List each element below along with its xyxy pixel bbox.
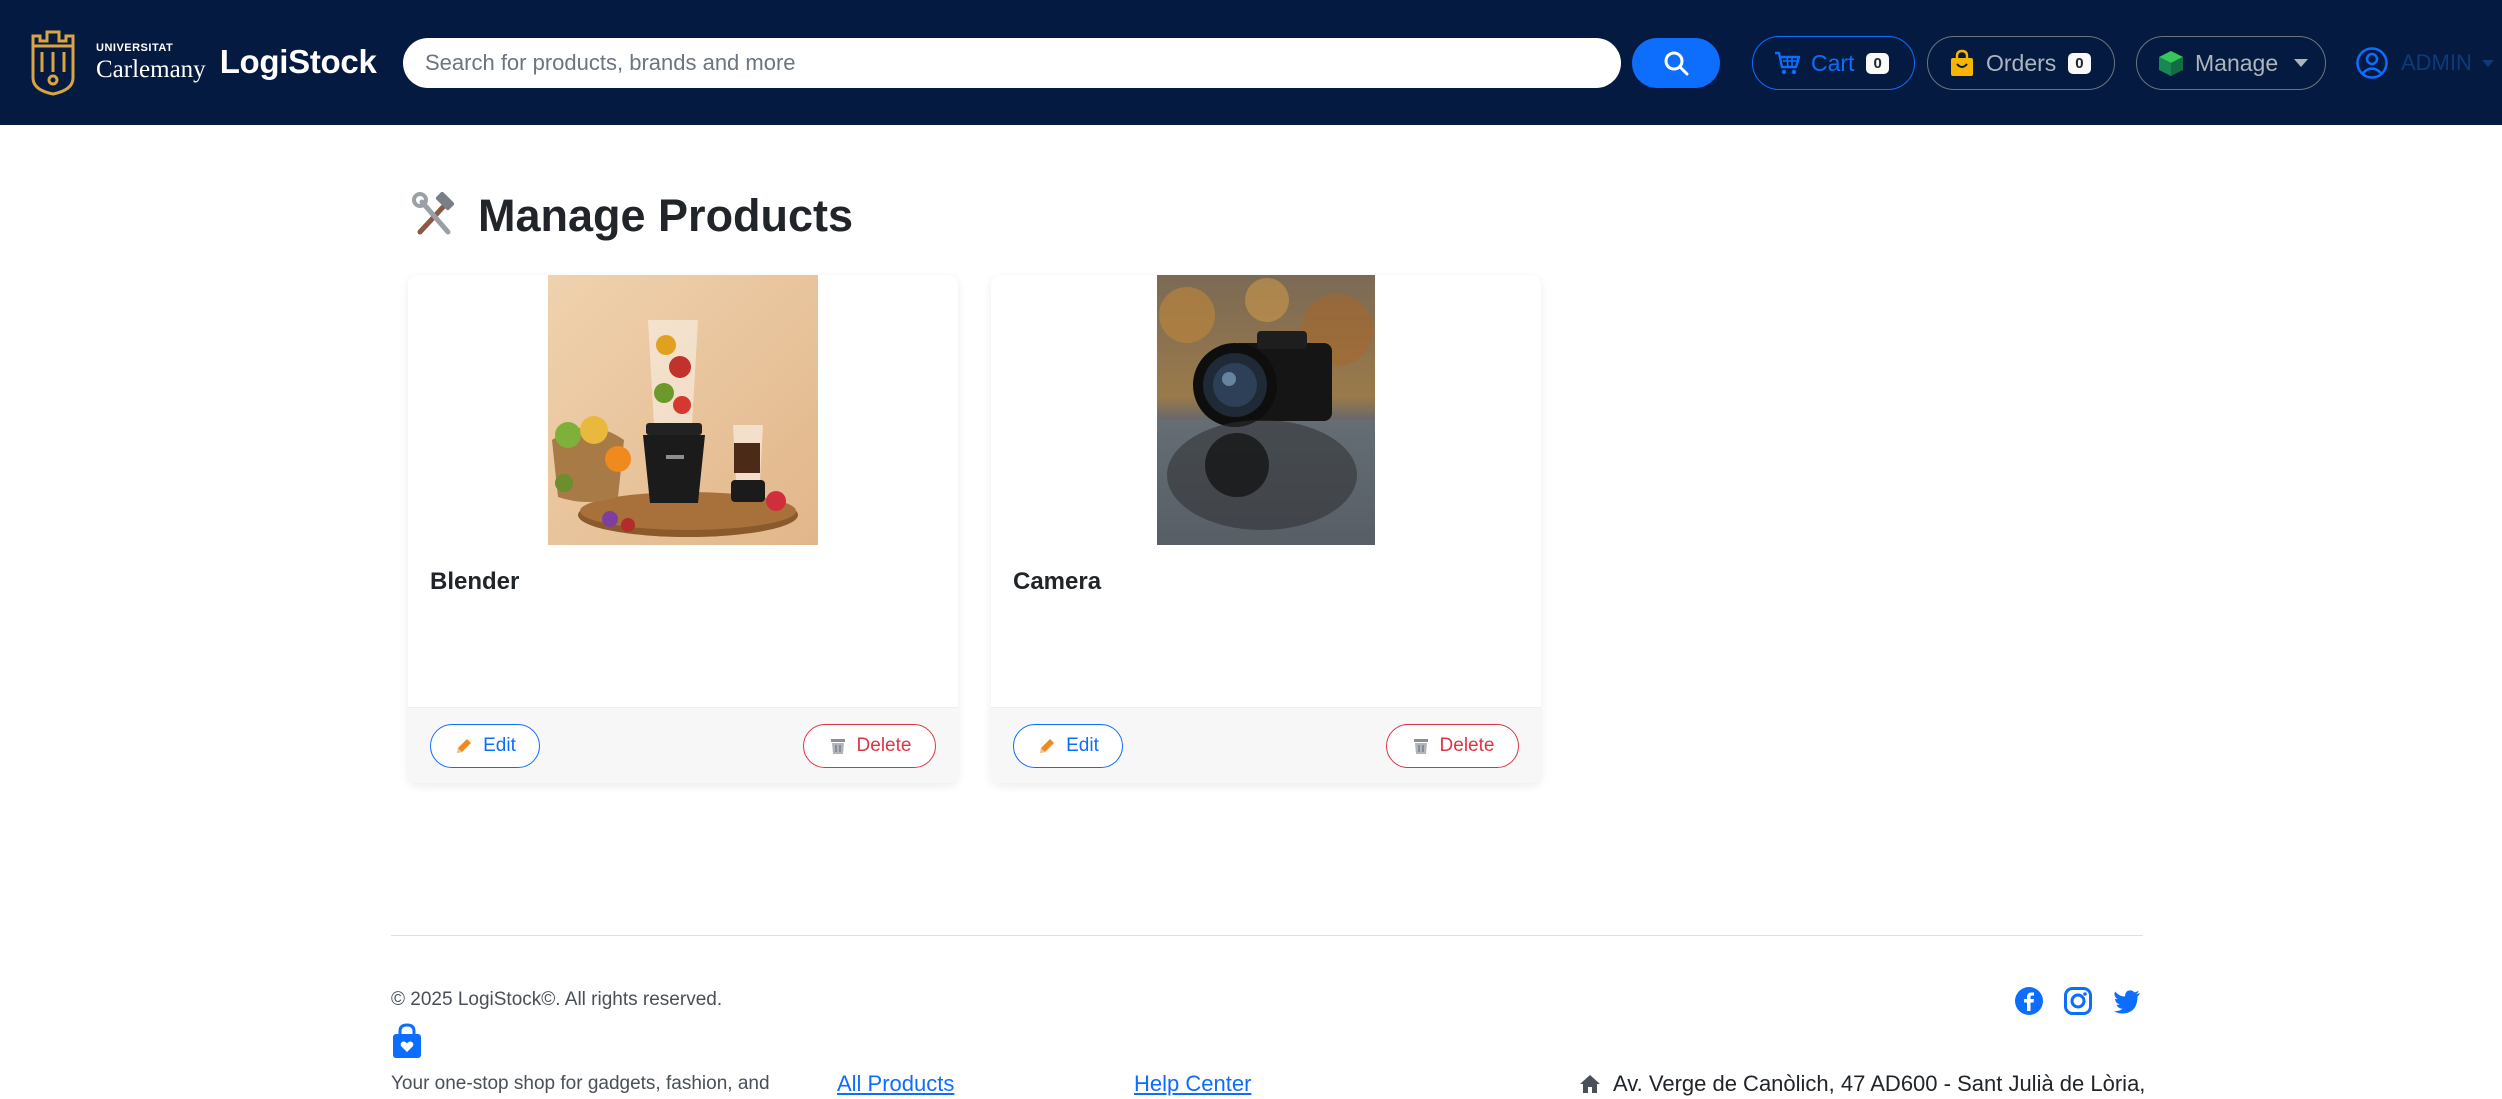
delete-button[interactable]: Delete	[803, 724, 936, 768]
blender-photo	[548, 275, 818, 545]
cart-button[interactable]: Cart 0	[1752, 36, 1915, 90]
orders-button[interactable]: Orders 0	[1927, 36, 2115, 90]
search-icon	[1664, 51, 1689, 76]
trash-icon	[830, 739, 845, 754]
shopping-bag-icon	[1948, 49, 1976, 77]
cart-label: Cart	[1811, 49, 1855, 76]
product-name: Blender	[430, 568, 520, 595]
delete-label: Delete	[856, 735, 912, 756]
footer-address: Av. Verge de Canòlich, 47 AD600 - Sant J…	[1579, 1071, 2145, 1097]
instagram-icon[interactable]	[2063, 986, 2093, 1016]
pencil-icon	[457, 739, 472, 753]
edit-button[interactable]: Edit	[1013, 724, 1123, 768]
search-button[interactable]	[1632, 38, 1720, 88]
manage-label: Manage	[2195, 49, 2279, 76]
product-card: Blender Edit Delete	[408, 275, 958, 783]
copyright-text: © 2025 LogiStock©. All rights reserved.	[391, 989, 723, 1010]
product-card: Camera Edit Delete	[991, 275, 1541, 783]
cart-count-badge: 0	[1866, 52, 1889, 74]
page-header: Manage Products	[410, 190, 853, 242]
footer-divider	[391, 935, 2143, 936]
card-actions: Edit Delete	[991, 707, 1541, 783]
footer-tagline: Your one-stop shop for gadgets, fashion,…	[391, 1073, 770, 1094]
user-menu[interactable]: ADMIN	[2355, 40, 2494, 86]
edit-label: Edit	[1066, 735, 1099, 756]
product-name: Camera	[1013, 568, 1102, 595]
all-products-link[interactable]: All Products	[837, 1071, 954, 1097]
address-text: Av. Verge de Canòlich, 47 AD600 - Sant J…	[1613, 1071, 2146, 1096]
university-crest-icon	[31, 30, 75, 96]
brand-name: LogiStock	[219, 43, 377, 80]
university-line2: Carlemany	[96, 55, 206, 83]
card-actions: Edit Delete	[408, 707, 958, 783]
edit-label: Edit	[483, 735, 516, 756]
facebook-icon[interactable]	[2014, 986, 2044, 1016]
delete-label: Delete	[1439, 735, 1495, 756]
shopping-bag-icon	[393, 1023, 421, 1058]
help-center-link[interactable]: Help Center	[1134, 1071, 1251, 1097]
university-line1: UNIVERSITAT	[96, 41, 174, 54]
user-circle-icon	[2356, 47, 2388, 79]
chevron-down-icon	[2294, 59, 2309, 67]
university-wordmark: UNIVERSITAT Carlemany	[96, 41, 206, 83]
chevron-down-icon	[2481, 59, 2494, 67]
twitter-icon[interactable]	[2112, 986, 2142, 1016]
pencil-icon	[1040, 739, 1055, 753]
home-icon	[1580, 1075, 1600, 1093]
manage-dropdown[interactable]: Manage	[2136, 36, 2326, 90]
orders-label: Orders	[1986, 49, 2057, 76]
edit-button[interactable]: Edit	[430, 724, 540, 768]
delete-button[interactable]: Delete	[1386, 724, 1519, 768]
user-name: ADMIN	[2401, 50, 2472, 75]
cart-icon	[1773, 49, 1801, 77]
hammer-wrench-icon	[412, 192, 455, 235]
page-title: Manage Products	[478, 190, 854, 241]
camera-photo	[1157, 275, 1375, 545]
search-input[interactable]	[403, 38, 1621, 88]
trash-icon	[1413, 739, 1428, 754]
top-navbar: UNIVERSITAT Carlemany LogiStock Cart 0	[0, 0, 2502, 125]
orders-count-badge: 0	[2068, 52, 2091, 74]
box-icon	[2157, 49, 2185, 77]
brand-logo[interactable]: UNIVERSITAT Carlemany LogiStock	[28, 27, 377, 97]
